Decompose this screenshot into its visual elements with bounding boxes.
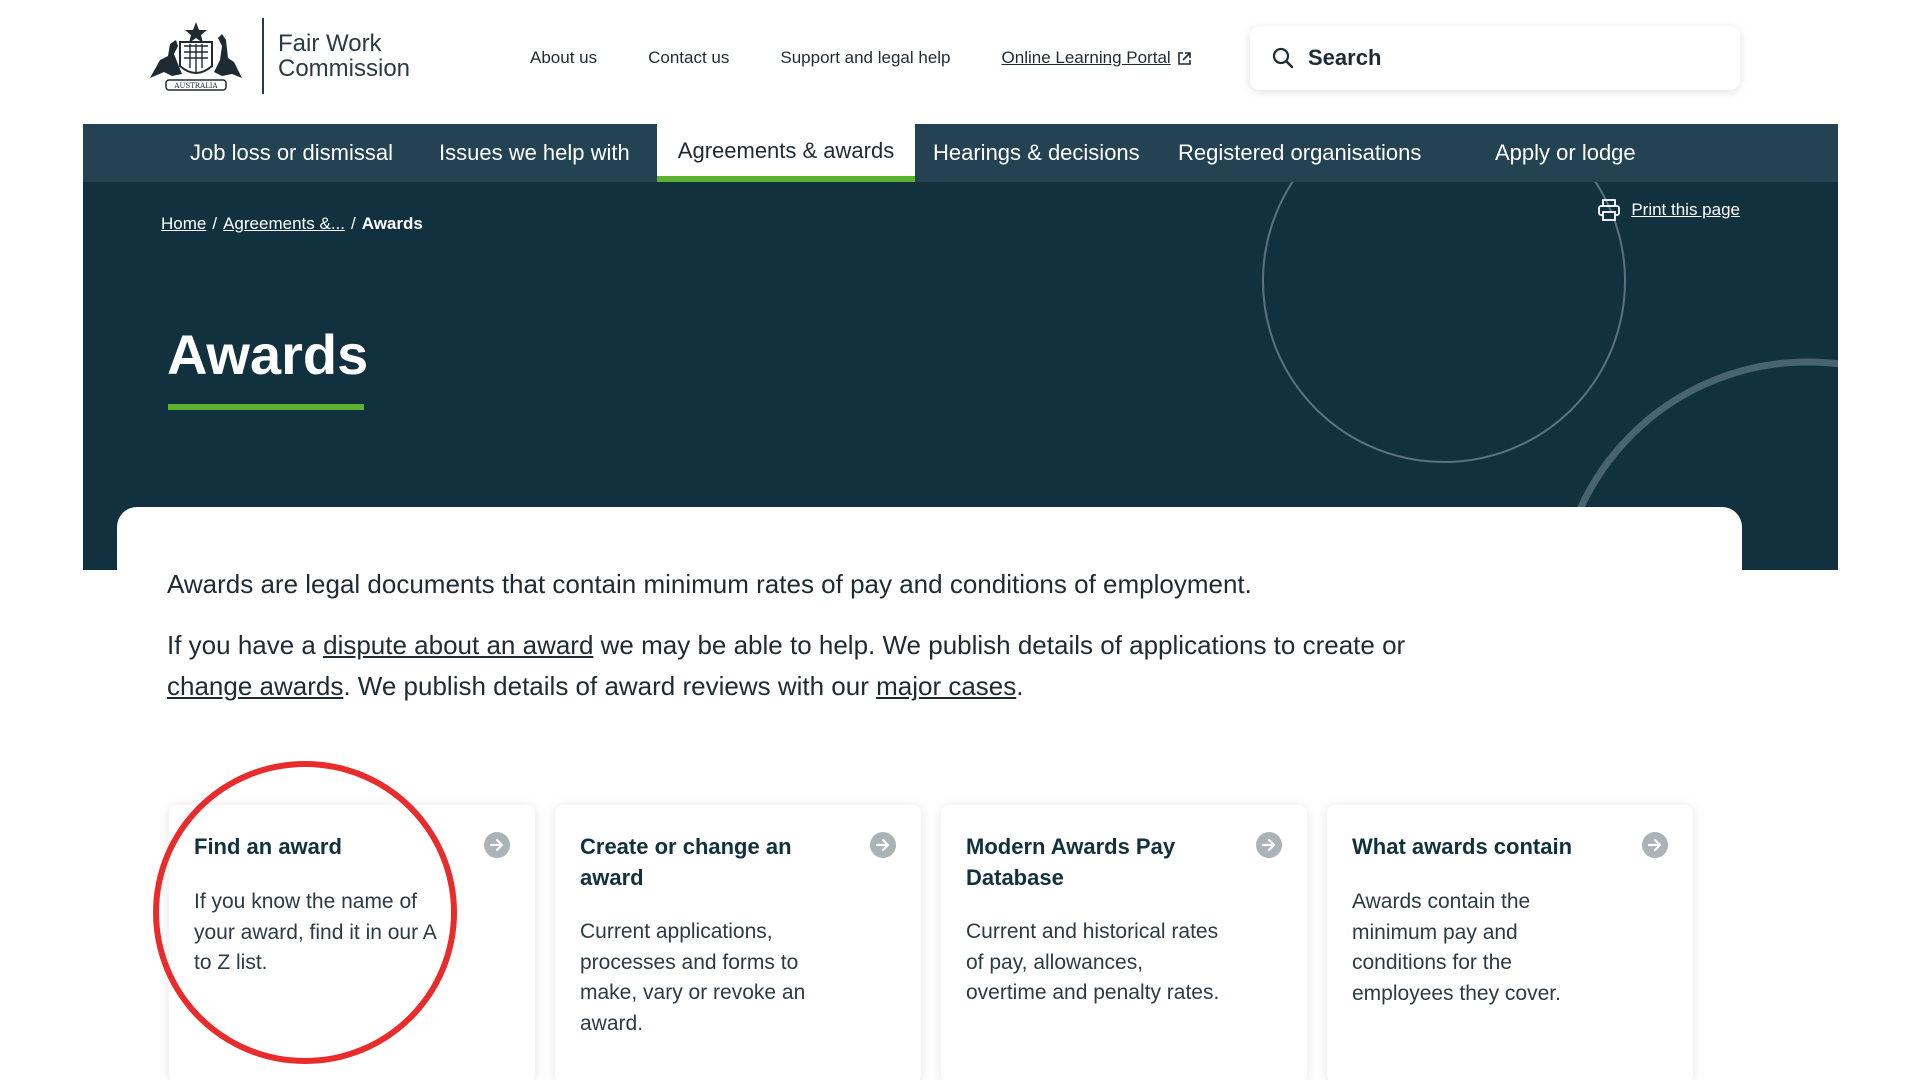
intro-text-b: we may be able to help. We publish detai…: [593, 630, 1406, 660]
card-modern-awards-pay-database[interactable]: Modern Awards Pay Database Current and h…: [941, 805, 1307, 1080]
site-header: AUSTRALIA Fair Work Commission About us …: [0, 0, 1920, 124]
main-navigation: Job loss or dismissal Issues we help wit…: [83, 124, 1838, 182]
nav-issues-we-help-with[interactable]: Issues we help with: [439, 124, 630, 182]
online-learning-portal-link[interactable]: Online Learning Portal: [1002, 48, 1192, 68]
card-create-change-award[interactable]: Create or change an award Current applic…: [555, 805, 921, 1080]
support-legal-help-link[interactable]: Support and legal help: [780, 48, 950, 68]
card-title: Create or change an award: [580, 834, 792, 890]
card-description: Current applications, processes and form…: [580, 920, 806, 1035]
intro-text-d: .: [1016, 671, 1024, 701]
breadcrumb: Home / Agreements &... / Awards: [161, 214, 423, 234]
card-description: Awards contain the minimum pay and condi…: [1352, 890, 1561, 1005]
card-description: Current and historical rates of pay, all…: [966, 920, 1220, 1004]
search-box[interactable]: Search: [1250, 26, 1740, 90]
logo-text: Fair Work Commission: [278, 31, 410, 81]
printer-icon: [1598, 199, 1621, 221]
nav-agreements-awards[interactable]: Agreements & awards: [657, 124, 915, 182]
breadcrumb-home[interactable]: Home: [161, 214, 206, 234]
change-awards-link[interactable]: change awards: [167, 671, 343, 701]
arrow-right-circle-icon: [1642, 832, 1668, 858]
fair-work-logo[interactable]: AUSTRALIA Fair Work Commission: [142, 16, 410, 96]
major-cases-link[interactable]: major cases: [876, 671, 1016, 701]
nav-hearings-decisions[interactable]: Hearings & decisions: [933, 124, 1140, 182]
card-title: What awards contain: [1352, 834, 1573, 859]
print-page-label: Print this page: [1631, 200, 1740, 219]
logo-divider: [262, 18, 264, 94]
breadcrumb-current: Awards: [361, 214, 423, 233]
logo-line-2: Commission: [278, 55, 411, 82]
logo-line-1: Fair Work: [278, 30, 382, 57]
page-title: Awards: [167, 323, 369, 386]
nav-registered-organisations[interactable]: Registered organisations: [1178, 124, 1421, 182]
intro-paragraph-1: Awards are legal documents that contain …: [167, 569, 1252, 599]
coat-of-arms-icon: AUSTRALIA: [150, 22, 242, 91]
nav-apply-or-lodge[interactable]: Apply or lodge: [1495, 124, 1636, 182]
dispute-about-award-link[interactable]: dispute about an award: [323, 630, 593, 660]
arrow-right-circle-icon: [484, 832, 510, 858]
portal-link-label: Online Learning Portal: [1001, 48, 1171, 67]
card-what-awards-contain[interactable]: What awards contain Awards contain the m…: [1327, 805, 1693, 1080]
intro-text-a: If you have a: [167, 630, 324, 660]
search-icon: [1272, 47, 1294, 69]
breadcrumb-agreements[interactable]: Agreements &...: [223, 214, 345, 234]
intro-text-c: . We publish details of award reviews wi…: [343, 671, 877, 701]
card-title: Modern Awards Pay Database: [966, 834, 1176, 890]
crest-scroll-text: AUSTRALIA: [173, 82, 218, 90]
title-underline: [168, 404, 364, 410]
arrow-right-circle-icon: [870, 832, 896, 858]
highlight-circle-annotation: [153, 761, 457, 1064]
arrow-right-circle-icon: [1256, 832, 1282, 858]
breadcrumb-separator: /: [350, 214, 356, 233]
print-page-link[interactable]: Print this page: [1597, 198, 1740, 222]
utility-links: About us Contact us Support and legal he…: [530, 48, 1192, 68]
breadcrumb-separator: /: [212, 214, 218, 233]
contact-us-link[interactable]: Contact us: [648, 48, 729, 68]
about-us-link[interactable]: About us: [530, 48, 597, 68]
intro-paragraph-2: If you have a dispute about an award we …: [167, 625, 1467, 707]
external-link-icon: [1177, 51, 1191, 65]
search-label: Search: [1308, 45, 1382, 70]
nav-job-loss-dismissal[interactable]: Job loss or dismissal: [190, 124, 393, 182]
